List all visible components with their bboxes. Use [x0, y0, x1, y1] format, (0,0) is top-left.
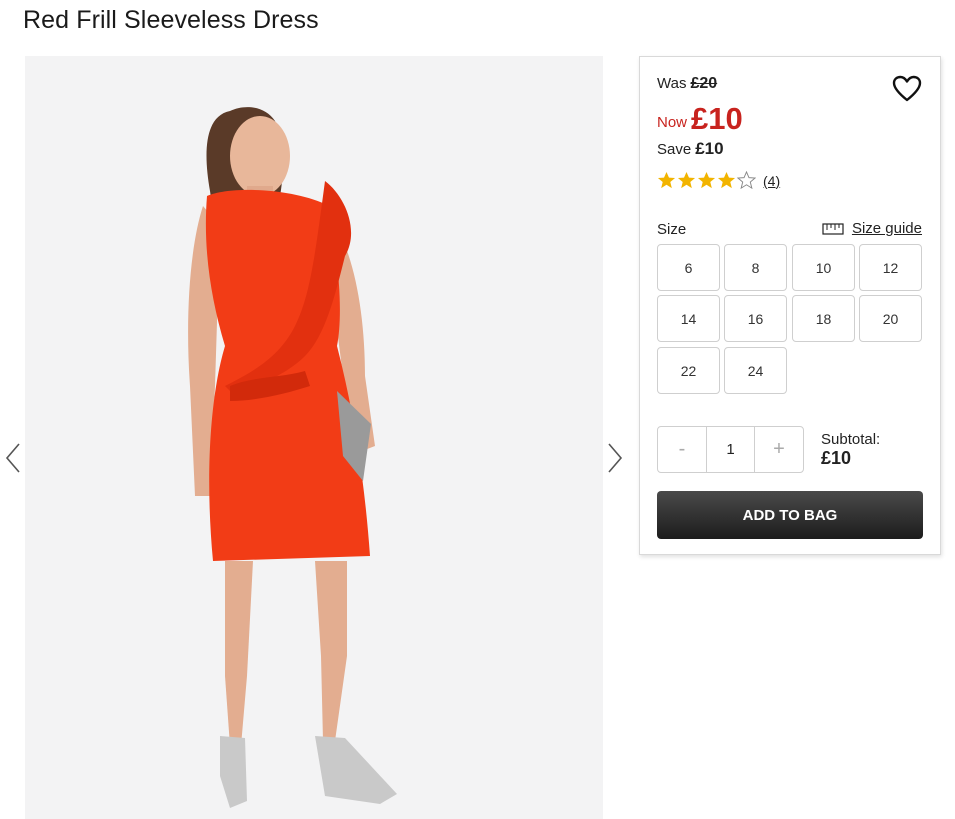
review-count-link[interactable]: (4) — [763, 173, 780, 189]
gallery-prev-button[interactable] — [2, 440, 24, 476]
chevron-right-icon — [608, 443, 623, 473]
was-price-row: Was £20 — [657, 75, 717, 93]
size-option[interactable]: 22 — [657, 347, 720, 394]
star-icon — [717, 171, 736, 189]
now-price: £10 — [691, 101, 743, 136]
star-empty-icon — [737, 171, 756, 190]
size-option[interactable]: 10 — [792, 244, 855, 291]
was-label: Was — [657, 75, 687, 92]
size-label: Size — [657, 221, 687, 238]
subtotal-label: Subtotal: — [821, 431, 881, 448]
gallery-next-button[interactable] — [604, 440, 626, 476]
save-row: Save £10 — [657, 139, 724, 159]
page-title: Red Frill Sleeveless Dress — [23, 6, 319, 34]
save-amount: £10 — [695, 139, 724, 158]
size-option[interactable]: 14 — [657, 295, 720, 342]
size-guide-label: Size guide — [851, 220, 922, 237]
chevron-left-icon — [5, 443, 20, 473]
quantity-increase-button[interactable]: + — [755, 427, 803, 472]
now-price-row: Now £10 — [657, 99, 743, 136]
purchase-panel: Was £20 Now £10 Save £10 (4) Size Size guid… — [639, 56, 941, 555]
add-to-bag-button[interactable]: ADD TO BAG — [657, 491, 923, 539]
save-label: Save — [657, 141, 692, 158]
quantity-input[interactable]: 1 — [706, 427, 755, 472]
size-option[interactable]: 16 — [724, 295, 787, 342]
product-image — [25, 56, 603, 819]
size-option[interactable]: 18 — [792, 295, 855, 342]
star-icon — [677, 171, 696, 189]
ruler-icon — [822, 222, 844, 235]
was-price: £20 — [690, 75, 718, 92]
now-label: Now — [657, 114, 688, 131]
quantity-stepper: - 1 + — [657, 426, 804, 473]
wishlist-button[interactable] — [892, 75, 922, 103]
size-option[interactable]: 6 — [657, 244, 720, 291]
star-rating: (4) — [657, 171, 780, 190]
product-photo — [25, 56, 603, 819]
subtotal-value: £10 — [821, 448, 852, 468]
heart-icon — [892, 75, 922, 102]
size-option[interactable]: 24 — [724, 347, 787, 394]
star-icon — [697, 171, 716, 189]
size-option[interactable]: 12 — [859, 244, 922, 291]
quantity-decrease-button[interactable]: - — [658, 427, 706, 472]
size-guide-link[interactable]: Size guide — [822, 220, 922, 237]
star-icon — [657, 171, 676, 189]
subtotal: Subtotal: £10 — [821, 431, 880, 469]
size-option[interactable]: 8 — [724, 244, 787, 291]
size-option[interactable]: 20 — [859, 295, 922, 342]
